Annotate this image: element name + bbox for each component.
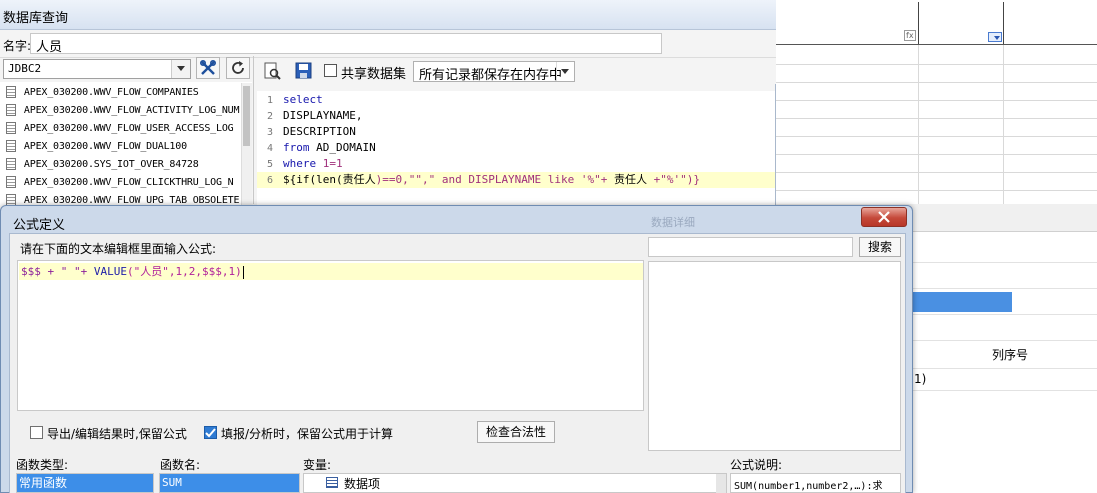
dropdown-marker-icon[interactable] bbox=[988, 32, 1002, 42]
list-item[interactable]: APEX_030200.WWV_FLOW_CLICKTHRU_LOG_N bbox=[0, 173, 240, 191]
table-icon bbox=[6, 104, 16, 116]
refresh-button[interactable] bbox=[226, 57, 250, 79]
grid-row-line bbox=[776, 136, 1097, 137]
share-dataset-checkbox[interactable] bbox=[324, 64, 337, 77]
preview-button[interactable] bbox=[262, 61, 284, 81]
grid-row-line bbox=[776, 190, 1097, 191]
function-search-input[interactable] bbox=[648, 237, 853, 257]
search-results-list[interactable] bbox=[648, 261, 901, 451]
list-item[interactable]: APEX_030200.WWV_FLOW_COMPANIES bbox=[0, 83, 240, 101]
variable-tree-item[interactable]: 数据项 bbox=[344, 475, 380, 492]
db-query-window: 数据库查询 名字: 人员 JDBC2 APEX_030200.WWV_FLOW_… bbox=[0, 0, 776, 205]
table-icon bbox=[6, 86, 16, 98]
function-name-item-selected[interactable]: SUM bbox=[160, 474, 299, 492]
close-button[interactable] bbox=[861, 207, 907, 227]
preview-icon bbox=[264, 62, 281, 80]
list-item[interactable]: APEX_030200.WWV_FLOW_ACTIVITY_LOG_NUM bbox=[0, 101, 240, 119]
tools-icon bbox=[200, 60, 216, 75]
table-icon bbox=[6, 140, 16, 152]
db-window-titlebar: 数据库查询 bbox=[0, 0, 776, 30]
keep-formula-export-checkbox[interactable] bbox=[30, 426, 43, 439]
chevron-down-icon[interactable] bbox=[556, 62, 574, 81]
panel-row-line bbox=[912, 314, 1097, 315]
refresh-icon bbox=[232, 61, 244, 74]
grid-col-line bbox=[918, 45, 919, 205]
grid-row-line bbox=[776, 118, 1097, 119]
formula-description-box: SUM(number1,number2,…):求 bbox=[730, 473, 901, 493]
sql-line: 5 where 1=1 bbox=[266, 157, 343, 170]
sql-line: 4 from AD_DOMAIN bbox=[266, 141, 376, 154]
panel-row-line bbox=[912, 262, 1097, 263]
save-dataset-button[interactable] bbox=[294, 61, 316, 81]
share-dataset-label: 共享数据集 bbox=[341, 67, 407, 82]
panel-row-line bbox=[912, 340, 1097, 341]
table-icon bbox=[6, 158, 16, 170]
function-type-label: 函数类型: bbox=[16, 458, 69, 472]
header-separator bbox=[918, 2, 919, 44]
keep-formula-export-label: 导出/编辑结果时,保留公式 bbox=[47, 427, 187, 441]
sql-editor[interactable]: 1 select 2 DISPLAYNAME, 3 DESCRIPTION 4 from… bbox=[257, 91, 775, 205]
grid-col-line bbox=[1003, 45, 1004, 205]
column-order-header: 列序号 bbox=[992, 348, 1029, 362]
table-list: APEX_030200.WWV_FLOW_COMPANIES APEX_0302… bbox=[0, 82, 252, 205]
list-item[interactable]: APEX_030200.SYS_IOT_OVER_84728 bbox=[0, 155, 240, 173]
connection-settings-button[interactable] bbox=[196, 57, 220, 79]
formula-description-label: 公式说明: bbox=[730, 458, 783, 472]
grid-row-line bbox=[776, 154, 1097, 155]
close-icon bbox=[878, 211, 890, 223]
formula-prompt: 请在下面的文本编辑框里面输入公式: bbox=[20, 242, 217, 256]
grid-row-line bbox=[776, 100, 1097, 101]
sql-line: 3 DESCRIPTION bbox=[266, 125, 356, 138]
splitter[interactable] bbox=[253, 56, 254, 204]
db-window-title: 数据库查询 bbox=[3, 11, 69, 26]
scrollbar-thumb[interactable] bbox=[243, 86, 250, 146]
grid-row-line bbox=[776, 82, 1097, 83]
function-type-item-selected[interactable]: 常用函数 bbox=[17, 474, 153, 492]
formula-editor[interactable]: $$$ + " "+ VALUE("人员",1,2,$$$,1) bbox=[17, 260, 644, 411]
keep-formula-fill-checkbox[interactable] bbox=[204, 426, 217, 439]
background-window-title: 数据详细 bbox=[651, 216, 695, 229]
formula-marker-icon: fx bbox=[904, 30, 916, 41]
panel-selection-bar[interactable] bbox=[912, 292, 1012, 312]
panel-row-line bbox=[912, 368, 1097, 369]
header-separator bbox=[1003, 2, 1004, 44]
memory-mode-select[interactable]: 所有记录都保存在内存中 bbox=[413, 61, 575, 83]
keep-formula-fill-label: 填报/分析时，保留公式用于计算 bbox=[221, 427, 394, 441]
list-item[interactable]: APEX_030200.WWV_FLOW_DUAL100 bbox=[0, 137, 240, 155]
connection-select[interactable]: JDBC2 bbox=[3, 59, 191, 79]
sql-line: 2 DISPLAYNAME, bbox=[266, 109, 363, 122]
checkmark-icon bbox=[205, 427, 216, 437]
report-grid-header: fx bbox=[776, 0, 1097, 45]
formula-line: $$$ + " "+ VALUE("人员",1,2,$$$,1) bbox=[19, 263, 643, 280]
panel-row-line bbox=[912, 288, 1097, 289]
dialog-title: 公式定义 bbox=[13, 218, 66, 233]
variable-tree-scrollbar[interactable] bbox=[716, 474, 726, 493]
save-icon bbox=[295, 62, 312, 79]
panel-row-line bbox=[912, 390, 1097, 391]
variable-label: 变量: bbox=[303, 458, 332, 472]
text-caret bbox=[242, 265, 244, 279]
check-validity-button[interactable]: 检查合法性 bbox=[477, 421, 555, 443]
function-name-label: 函数名: bbox=[160, 458, 201, 472]
dataset-name-label: 名字: bbox=[3, 39, 32, 53]
table-icon bbox=[6, 194, 16, 205]
dataset-name-row: 名字: 人员 bbox=[0, 30, 776, 58]
grid-row-line bbox=[776, 64, 1097, 65]
table-icon bbox=[6, 122, 16, 134]
list-item[interactable]: APEX_030200.WWV_FLOW_USER_ACCESS_LOG bbox=[0, 119, 240, 137]
grid-row-line bbox=[776, 172, 1097, 173]
sql-line: 1 select bbox=[266, 93, 323, 106]
chevron-down-icon[interactable] bbox=[171, 60, 190, 78]
list-item[interactable]: APEX_030200.WWV_FLOW_UPG_TAB_OBSOLETE bbox=[0, 191, 240, 205]
panel-cell-value: 1) bbox=[914, 372, 927, 386]
table-icon bbox=[6, 176, 16, 188]
search-button[interactable]: 搜索 bbox=[859, 237, 901, 257]
sql-line-current: 6 ${if(len(责任人)==0,""," and DISPLAYNAME l… bbox=[257, 172, 775, 188]
table-icon bbox=[326, 477, 338, 488]
dataset-name-input[interactable]: 人员 bbox=[30, 33, 662, 55]
